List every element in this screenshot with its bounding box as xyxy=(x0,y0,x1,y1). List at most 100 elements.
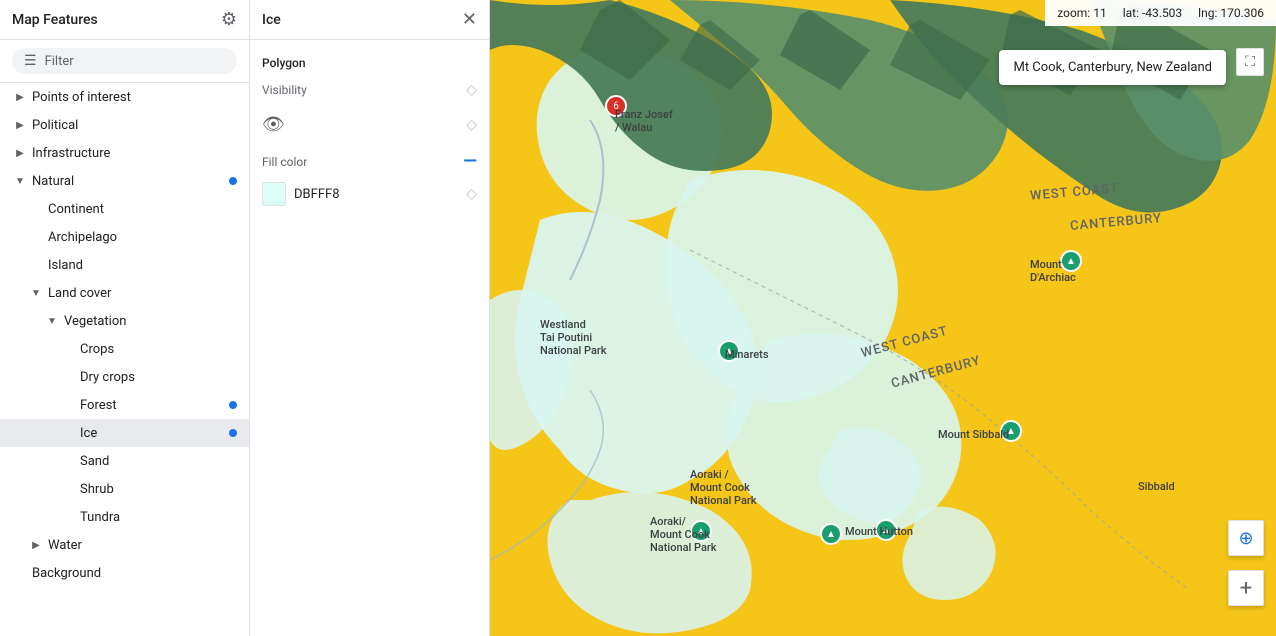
visibility-icon-row: 👁 ◇ xyxy=(262,114,477,135)
chevron-icon-land-cover: ▼ xyxy=(28,285,44,301)
sidebar-item-ice[interactable]: Ice xyxy=(0,419,249,447)
sidebar-item-crops[interactable]: Crops xyxy=(0,335,249,363)
sidebar-label-land-cover: Land cover xyxy=(48,286,237,301)
diamond-icon[interactable]: ◇ xyxy=(466,82,477,98)
filter-icon: ☰ xyxy=(24,53,37,69)
spacer-tundra xyxy=(60,509,76,525)
dot-ice xyxy=(229,429,237,437)
settings-icon[interactable]: ⚙ xyxy=(221,9,237,30)
detail-panel: Ice ✕ Polygon Visibility ◇ 👁 ◇ Fill colo… xyxy=(250,0,490,636)
sidebar-item-political[interactable]: ▶ Political xyxy=(0,111,249,139)
sidebar-label-natural: Natural xyxy=(32,174,229,189)
sidebar-item-archipelago[interactable]: Archipelago xyxy=(0,223,249,251)
color-value: DBFFF8 xyxy=(294,187,458,202)
sidebar-item-island[interactable]: Island xyxy=(0,251,249,279)
minus-icon[interactable]: — xyxy=(463,151,477,172)
sidebar-label-shrub: Shrub xyxy=(80,482,237,497)
color-row: DBFFF8 ◇ xyxy=(262,182,477,206)
map-top-bar: zoom: 11 lat: -43.503 lng: 170.306 xyxy=(1045,0,1276,26)
sidebar-label-political: Political xyxy=(32,118,237,133)
sidebar-item-shrub[interactable]: Shrub xyxy=(0,475,249,503)
place-marker-sibbald[interactable]: ▲ xyxy=(1000,420,1022,442)
lat-info: lat: -43.503 xyxy=(1123,6,1182,20)
sidebar-label-dry-crops: Dry crops xyxy=(80,370,237,385)
filter-input[interactable]: ☰ Filter xyxy=(12,48,237,74)
lng-info: lng: 170.306 xyxy=(1198,6,1264,20)
place-marker-aoraki2[interactable]: ▲ xyxy=(690,520,712,542)
spacer-island xyxy=(28,257,44,273)
sidebar-item-natural[interactable]: ▼ Natural xyxy=(0,167,249,195)
spacer-forest xyxy=(60,397,76,413)
sidebar-label-archipelago: Archipelago xyxy=(48,230,237,245)
sidebar-label-background: Background xyxy=(32,566,237,581)
detail-body: Polygon Visibility ◇ 👁 ◇ Fill color — DB… xyxy=(250,40,489,222)
map-area: zoom: 11 lat: -43.503 lng: 170.306 Mt Co… xyxy=(490,0,1276,636)
chevron-icon-points-of-interest: ▶ xyxy=(12,89,28,105)
sidebar-label-ice: Ice xyxy=(80,426,229,441)
sidebar-item-points-of-interest[interactable]: ▶ Points of interest xyxy=(0,83,249,111)
sidebar-item-tundra[interactable]: Tundra xyxy=(0,503,249,531)
visibility-label: Visibility xyxy=(262,83,307,97)
sidebar-label-crops: Crops xyxy=(80,342,237,357)
nav-tree: ▶ Points of interest ▶ Political ▶ Infrastruc… xyxy=(0,83,249,636)
sidebar-label-forest: Forest xyxy=(80,398,229,413)
sidebar-item-infrastructure[interactable]: ▶ Infrastructure xyxy=(0,139,249,167)
sidebar-label-tundra: Tundra xyxy=(80,510,237,525)
detail-title: Ice xyxy=(262,12,281,28)
polygon-label: Polygon xyxy=(262,56,477,70)
place-marker-darchiac[interactable]: ▲ xyxy=(1060,250,1082,272)
location-button[interactable]: ⊕ xyxy=(1228,520,1264,556)
sidebar-label-points-of-interest: Points of interest xyxy=(32,90,237,105)
spacer-dry-crops xyxy=(60,369,76,385)
filter-box: ☰ Filter xyxy=(0,40,249,83)
place-marker-hutton[interactable]: ▲ xyxy=(875,519,897,541)
place-marker-aoraki[interactable]: ▲ xyxy=(820,523,842,545)
spacer-crops xyxy=(60,341,76,357)
chevron-icon-water: ▶ xyxy=(28,537,44,553)
sidebar-label-vegetation: Vegetation xyxy=(64,314,237,329)
spacer-sand xyxy=(60,453,76,469)
sidebar-label-continent: Continent xyxy=(48,202,237,217)
sidebar-item-background[interactable]: Background xyxy=(0,559,249,587)
sidebar-header: Map Features ⚙ xyxy=(0,0,249,40)
sidebar-item-sand[interactable]: Sand xyxy=(0,447,249,475)
zoom-in-button[interactable]: + xyxy=(1228,570,1264,606)
eye-icon[interactable]: 👁 xyxy=(262,114,285,135)
sidebar: Map Features ⚙ ☰ Filter ▶ Points of inter… xyxy=(0,0,250,636)
sidebar-title: Map Features xyxy=(12,12,98,28)
sidebar-item-water[interactable]: ▶ Water xyxy=(0,531,249,559)
chevron-icon-vegetation: ▼ xyxy=(44,313,60,329)
spacer-shrub xyxy=(60,481,76,497)
fill-color-row: Fill color — xyxy=(262,151,477,172)
sidebar-item-dry-crops[interactable]: Dry crops xyxy=(0,363,249,391)
spacer-continent xyxy=(28,201,44,217)
diamond-icon-2[interactable]: ◇ xyxy=(466,117,477,133)
filter-label: Filter xyxy=(45,54,74,69)
chevron-icon-natural: ▼ xyxy=(12,173,28,189)
sidebar-label-island: Island xyxy=(48,258,237,273)
spacer-background xyxy=(12,565,28,581)
sidebar-label-water: Water xyxy=(48,538,237,553)
sidebar-item-continent[interactable]: Continent xyxy=(0,195,249,223)
color-swatch[interactable] xyxy=(262,182,286,206)
sidebar-label-sand: Sand xyxy=(80,454,237,469)
place-marker-franz-josef[interactable]: 6 xyxy=(605,95,627,117)
diamond-icon-3[interactable]: ◇ xyxy=(466,186,477,202)
detail-header: Ice ✕ xyxy=(250,0,489,40)
dot-forest xyxy=(229,401,237,409)
map-tooltip: Mt Cook, Canterbury, New Zealand xyxy=(999,50,1226,85)
chevron-icon-political: ▶ xyxy=(12,117,28,133)
chevron-icon-infrastructure: ▶ xyxy=(12,145,28,161)
sidebar-label-infrastructure: Infrastructure xyxy=(32,146,237,161)
spacer-archipelago xyxy=(28,229,44,245)
sidebar-item-forest[interactable]: Forest xyxy=(0,391,249,419)
place-marker-minarets[interactable]: ▲ xyxy=(718,340,740,362)
close-icon[interactable]: ✕ xyxy=(462,9,477,30)
sidebar-item-vegetation[interactable]: ▼ Vegetation xyxy=(0,307,249,335)
fullscreen-button[interactable]: ⛶ xyxy=(1236,48,1264,76)
zoom-info: zoom: 11 xyxy=(1057,6,1106,20)
sidebar-item-land-cover[interactable]: ▼ Land cover xyxy=(0,279,249,307)
spacer-ice xyxy=(60,425,76,441)
fill-color-label: Fill color xyxy=(262,155,307,169)
visibility-row: Visibility ◇ xyxy=(262,82,477,98)
